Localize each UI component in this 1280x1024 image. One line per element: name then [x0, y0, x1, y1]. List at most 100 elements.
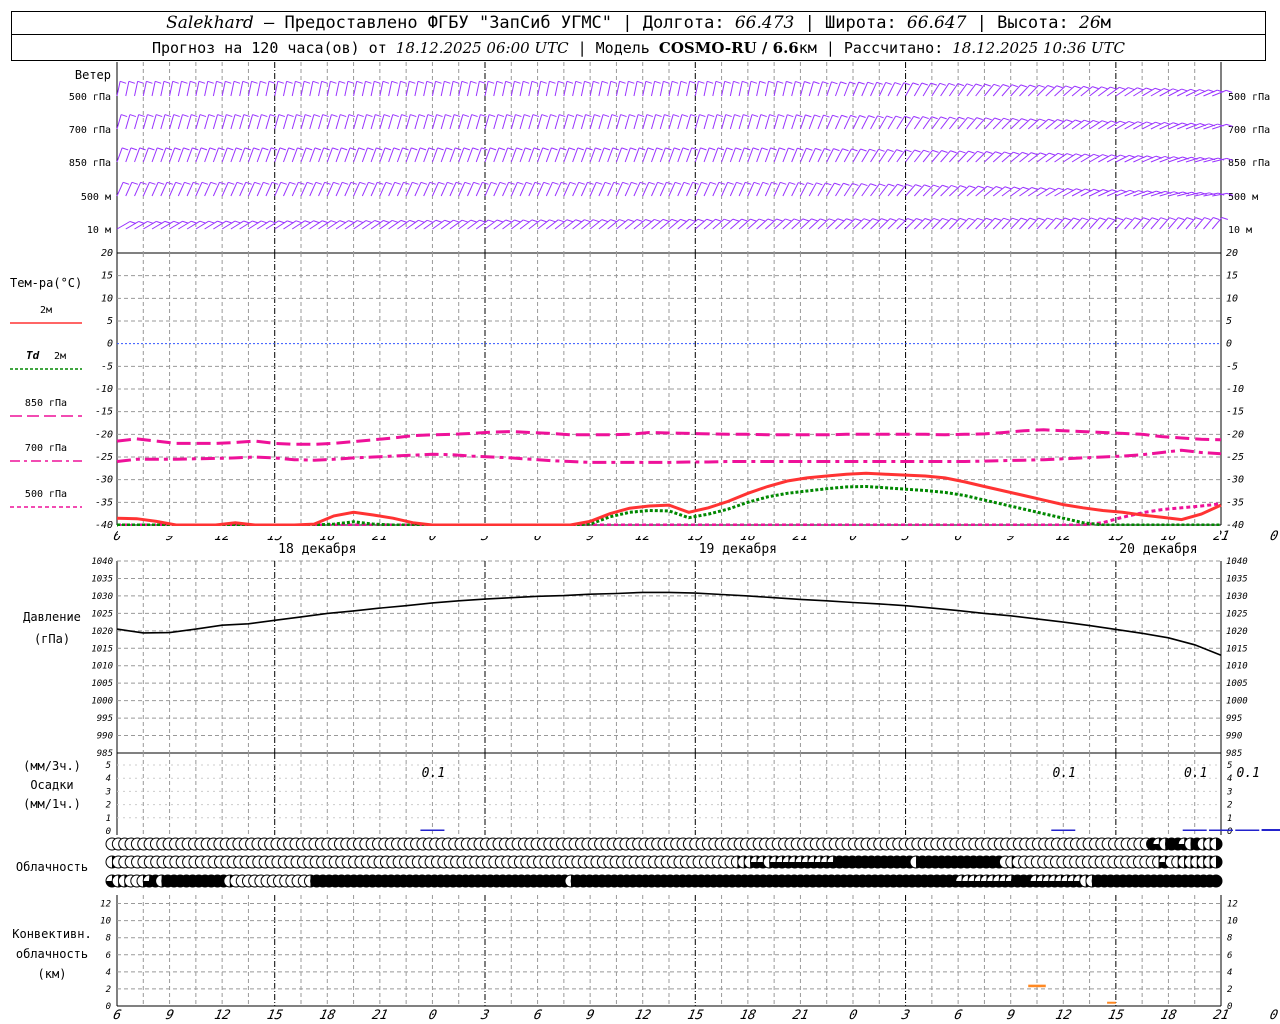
- wind-barb-feather: [128, 80, 136, 84]
- wind-barb-feather: [724, 80, 731, 84]
- time-tick-label: 3: [479, 1008, 491, 1023]
- wind-barb-feather: [1013, 186, 1021, 190]
- wind-barb-feather: [470, 219, 477, 223]
- wind-barb-feather: [1029, 217, 1036, 221]
- wind-barb: [686, 147, 693, 163]
- pressure-tick-right: 1025: [1226, 609, 1248, 619]
- wind-barb-feather: [1030, 118, 1037, 122]
- wind-barb-feather: [359, 181, 366, 185]
- wind-barb-feather: [551, 147, 558, 151]
- wind-barb-feather: [525, 181, 533, 185]
- wind-barb: [309, 81, 314, 97]
- time-tick-label: 6: [112, 1008, 123, 1023]
- wind-barb-feather: [1151, 217, 1159, 221]
- wind-barb-feather: [1134, 217, 1141, 221]
- wind-barb-feather: [426, 80, 433, 84]
- wind-barb-feather: [348, 220, 355, 224]
- pressure-tick-right: 995: [1226, 714, 1242, 724]
- wind-barb: [282, 81, 288, 97]
- wind-barb-feather: [832, 114, 839, 118]
- wind-barb-feather: [1040, 187, 1047, 191]
- wind-barb: [265, 147, 272, 163]
- wind-barb-feather: [304, 220, 311, 224]
- time-tick-label: 6: [532, 1008, 543, 1023]
- wind-barb-feather: [549, 80, 556, 84]
- wind-barb: [651, 147, 658, 163]
- wind-barb-feather: [814, 114, 821, 118]
- wind-barb-feather: [594, 114, 601, 118]
- wind-barb-feather: [487, 80, 495, 84]
- wind-barb: [764, 147, 771, 163]
- wind-barb: [151, 147, 158, 163]
- wind-barb-feather: [851, 148, 858, 152]
- wind-barb: [370, 147, 377, 163]
- conv-title-2: облачность: [16, 947, 88, 961]
- wind-barb: [177, 147, 184, 163]
- pressure-tick-left: 1025: [91, 609, 113, 619]
- wind-barb-feather: [663, 80, 670, 84]
- wind-barb-feather: [645, 218, 652, 222]
- wind-barb-feather: [596, 181, 603, 185]
- wind-barb-feather: [472, 147, 479, 151]
- wind-barb-feather: [942, 217, 949, 221]
- temp-tick-left: -5: [101, 361, 113, 372]
- wind-barb: [931, 184, 943, 197]
- wind-barb-feather: [636, 219, 643, 222]
- wind-barb: [186, 147, 193, 163]
- wind-barb-feather: [689, 80, 696, 84]
- temp-tick-right: -35: [1226, 497, 1244, 508]
- wind-barb-feather: [671, 80, 679, 84]
- wind-barb: [177, 81, 182, 97]
- wind-barb: [475, 81, 480, 97]
- temp-tick-right: 5: [1226, 316, 1232, 327]
- wind-barb-feather: [995, 186, 1003, 190]
- wind-barb-feather: [939, 82, 946, 86]
- wind-barb-feather: [683, 181, 691, 185]
- pressure-tick-left: 1010: [91, 662, 113, 672]
- wind-barb-feather: [446, 147, 453, 151]
- wind-barb: [738, 81, 743, 97]
- wind-barb-feather: [924, 184, 931, 188]
- wind-barb-feather: [505, 219, 512, 223]
- wind-barb-feather: [496, 219, 504, 223]
- wind-barb-feather: [957, 83, 965, 87]
- wind-barb-feather: [331, 114, 338, 118]
- wind-barb-feather: [277, 80, 284, 84]
- wind-barb: [572, 147, 579, 163]
- wind-barb-feather: [1029, 84, 1036, 88]
- wind-barb-feather: [601, 80, 609, 84]
- wind-barb-feather: [752, 147, 760, 151]
- wind-barb-feather: [349, 147, 357, 151]
- wind-barb: [729, 81, 734, 97]
- wind-barb-feather: [1047, 85, 1054, 88]
- wind-barb-feather: [776, 218, 783, 222]
- wind-barb: [826, 114, 833, 130]
- wind-barb-feather: [886, 115, 893, 119]
- precip-bar: [1182, 829, 1207, 831]
- wind-barb: [791, 147, 798, 163]
- wind-barb-feather: [733, 80, 740, 84]
- time-tick-label: 0: [848, 1008, 859, 1023]
- wind-barb: [835, 81, 842, 97]
- wind-barb-feather: [444, 219, 451, 223]
- wind-barb-feather: [566, 80, 574, 84]
- wind-barb-feather: [418, 219, 425, 223]
- wind-barb-feather: [303, 80, 311, 84]
- wind-barb: [992, 151, 1005, 163]
- wind-level-label-right: 500 гПа: [1228, 92, 1270, 103]
- wind-barb-feather: [1031, 152, 1038, 156]
- wind-barb-feather: [647, 147, 655, 151]
- wind-barb-feather: [146, 80, 153, 84]
- cloud-symbol-high: [1209, 837, 1223, 851]
- wind-barb-feather: [314, 147, 322, 151]
- wind-barb-feather: [858, 81, 865, 85]
- time-tick-label: 15: [265, 1008, 284, 1023]
- wind-barb-feather: [1049, 187, 1056, 191]
- wind-barb-feather: [306, 181, 314, 185]
- wind-barb-feather: [524, 114, 531, 118]
- wind-barb-feather: [750, 218, 757, 222]
- wind-barb: [388, 81, 393, 97]
- wind-barb: [659, 81, 664, 97]
- wind-barb-feather: [400, 80, 407, 84]
- wind-barb-feather: [183, 147, 190, 151]
